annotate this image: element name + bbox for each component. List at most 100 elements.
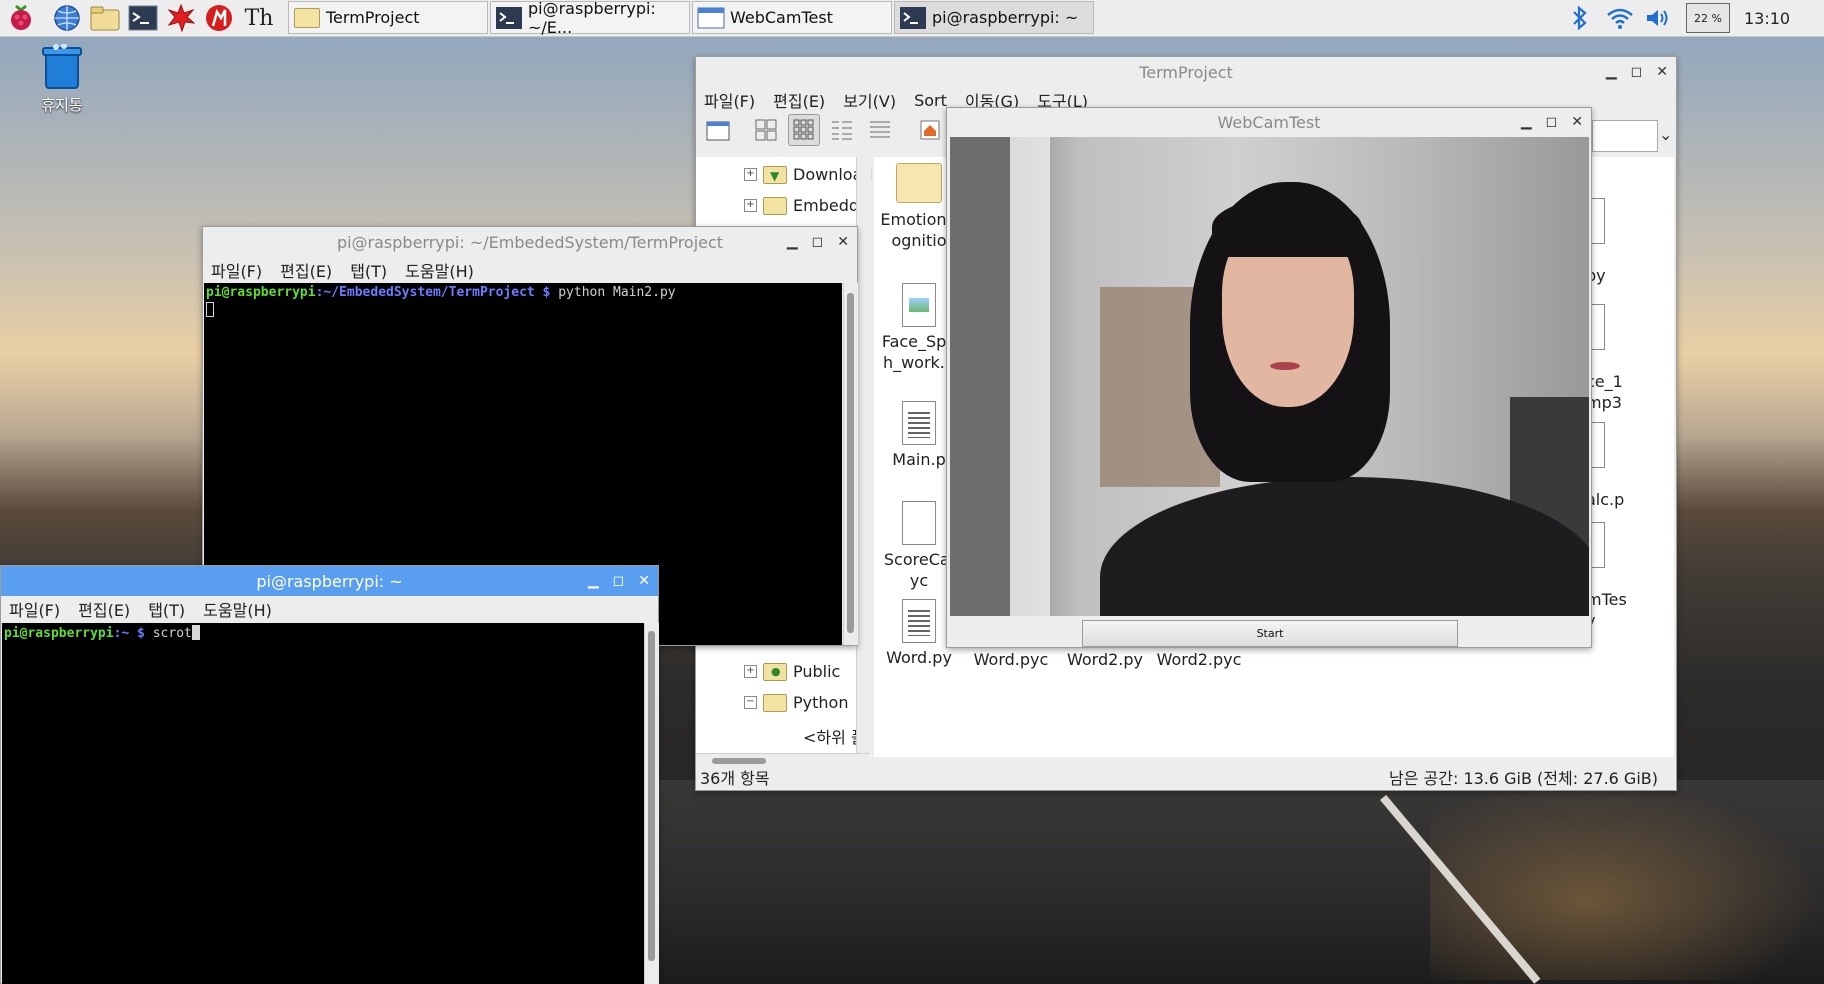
file-item[interactable]: Word.pyc bbox=[966, 649, 1056, 670]
maximize-icon[interactable]: ◻ bbox=[613, 573, 625, 589]
expand-icon[interactable]: + bbox=[744, 665, 757, 678]
thumbnail-view-icon bbox=[793, 119, 814, 140]
terminal-icon[interactable] bbox=[128, 3, 158, 33]
image-file-icon bbox=[902, 283, 936, 327]
folder-icon bbox=[294, 7, 320, 28]
cpu-monitor[interactable]: 22 % bbox=[1686, 3, 1730, 33]
text-file-icon bbox=[902, 599, 936, 643]
bluetooth-icon[interactable] bbox=[1570, 5, 1590, 31]
menu-edit[interactable]: 편집(E) bbox=[78, 597, 130, 621]
web-browser-icon[interactable] bbox=[52, 3, 82, 33]
terminal-line: pi@raspberrypi:~ $ scrot bbox=[2, 623, 644, 641]
window-title: WebCamTest bbox=[1217, 112, 1321, 132]
close-icon[interactable]: ✕ bbox=[638, 573, 650, 589]
file-manager-icon[interactable] bbox=[90, 3, 120, 33]
wolfram-icon[interactable] bbox=[204, 3, 234, 33]
tree-item-python[interactable]: − Python bbox=[744, 693, 848, 712]
menu-help[interactable]: 도움말(H) bbox=[203, 597, 272, 621]
binary-file-icon bbox=[902, 501, 936, 545]
terminal-scrollbar[interactable] bbox=[644, 623, 659, 984]
file-item[interactable]: Word2.pyc bbox=[1154, 649, 1244, 670]
menu-edit[interactable]: 편집(E) bbox=[280, 258, 332, 282]
text-file-icon bbox=[902, 401, 936, 445]
folder-icon bbox=[763, 693, 787, 712]
mathematica-icon[interactable] bbox=[166, 3, 196, 33]
text-file-icon bbox=[1590, 522, 1605, 568]
text-file-icon bbox=[1590, 198, 1605, 244]
view-list-button[interactable] bbox=[864, 114, 896, 146]
terminal-icon bbox=[496, 6, 522, 29]
location-dropdown[interactable] bbox=[1592, 120, 1658, 152]
titlebar: pi@raspberrypi: ~/EmbededSystem/TermProj… bbox=[203, 227, 857, 257]
task-termproject[interactable]: TermProject bbox=[288, 1, 488, 34]
terminal-window-home: pi@raspberrypi: ~ ▁ ◻ ✕ 파일(F) 편집(E) 탭(T)… bbox=[0, 565, 659, 984]
terminal-output[interactable]: pi@raspberrypi:~ $ scrot bbox=[2, 623, 644, 984]
minimize-icon[interactable]: ▁ bbox=[1521, 114, 1532, 130]
wallpaper-grass bbox=[1430, 780, 1824, 980]
home-button[interactable] bbox=[914, 114, 946, 146]
task-label: TermProject bbox=[326, 8, 420, 27]
file-item[interactable]: mTes y bbox=[1586, 501, 1666, 631]
download-folder-icon: ▼ bbox=[763, 165, 787, 184]
terminal-icon bbox=[900, 6, 926, 29]
list-view-icon bbox=[870, 121, 890, 138]
new-window-button[interactable] bbox=[702, 114, 734, 146]
collapse-icon[interactable]: − bbox=[744, 696, 757, 709]
maximize-icon[interactable]: ◻ bbox=[1631, 64, 1643, 80]
raspberry-menu-icon[interactable] bbox=[6, 3, 36, 33]
close-icon[interactable]: ✕ bbox=[837, 234, 849, 250]
clock[interactable]: 13:10 bbox=[1744, 9, 1790, 28]
fm-toolbar bbox=[702, 113, 946, 147]
view-compact-button[interactable] bbox=[826, 114, 858, 146]
close-icon[interactable]: ✕ bbox=[1571, 114, 1583, 130]
terminal-line: pi@raspberrypi:~/EmbededSystem/TermProje… bbox=[204, 283, 842, 300]
menu-file[interactable]: 파일(F) bbox=[9, 597, 60, 621]
tree-item-embedded[interactable]: + Embedde bbox=[744, 196, 869, 215]
expand-icon[interactable]: + bbox=[744, 199, 757, 212]
home-icon bbox=[920, 120, 940, 140]
volume-icon[interactable] bbox=[1644, 6, 1672, 30]
expand-icon[interactable]: + bbox=[744, 168, 757, 181]
titlebar: pi@raspberrypi: ~ ▁ ◻ ✕ bbox=[1, 566, 658, 596]
view-icons-button[interactable] bbox=[750, 114, 782, 146]
view-thumbnails-button[interactable] bbox=[788, 114, 820, 146]
maximize-icon[interactable]: ◻ bbox=[812, 234, 824, 250]
window-title: pi@raspberrypi: ~/EmbededSystem/TermProj… bbox=[336, 232, 724, 252]
minimize-icon[interactable]: ▁ bbox=[588, 573, 599, 589]
terminal-scrollbar[interactable] bbox=[843, 283, 858, 645]
menu-file[interactable]: 파일(F) bbox=[704, 88, 755, 112]
minimize-icon[interactable]: ▁ bbox=[787, 234, 798, 250]
file-item[interactable]: Word2.py bbox=[1060, 649, 1150, 670]
file-item[interactable]: alc.p bbox=[1586, 401, 1666, 510]
start-button[interactable]: Start bbox=[1082, 620, 1458, 647]
wifi-icon[interactable] bbox=[1606, 6, 1634, 30]
file-label: mTes y bbox=[1586, 590, 1627, 630]
task-label: pi@raspberrypi: ~ bbox=[932, 8, 1079, 27]
task-terminal-termproject[interactable]: pi@raspberrypi: ~/E... bbox=[490, 0, 690, 37]
menu-tabs[interactable]: 탭(T) bbox=[148, 597, 185, 621]
menu-sort[interactable]: Sort bbox=[914, 91, 947, 110]
tree-scrollbar[interactable] bbox=[856, 157, 871, 753]
chevron-down-icon[interactable]: ⌄ bbox=[1659, 125, 1672, 144]
menu-file[interactable]: 파일(F) bbox=[211, 258, 262, 282]
menu-tabs[interactable]: 탭(T) bbox=[350, 258, 387, 282]
task-webcamtest[interactable]: WebCamTest bbox=[692, 1, 892, 34]
tree-item-downloads[interactable]: + ▼ Download bbox=[744, 165, 873, 184]
file-item[interactable]: py bbox=[1586, 177, 1666, 286]
thonny-icon[interactable]: Th bbox=[244, 3, 274, 33]
trash-icon bbox=[42, 43, 82, 89]
menu-view[interactable]: 보기(V) bbox=[843, 88, 896, 112]
tree-item-public[interactable]: + ● Public bbox=[744, 662, 840, 681]
file-label: Word.pyc bbox=[973, 650, 1049, 669]
menu-help[interactable]: 도움말(H) bbox=[405, 258, 474, 282]
maximize-icon[interactable]: ◻ bbox=[1546, 114, 1558, 130]
free-space: 남은 공간: 13.6 GiB (전체: 27.6 GiB) bbox=[1389, 769, 1658, 788]
menu-edit[interactable]: 편집(E) bbox=[773, 88, 825, 112]
close-icon[interactable]: ✕ bbox=[1656, 64, 1668, 80]
cpu-value: 22 % bbox=[1694, 11, 1722, 25]
task-terminal-home[interactable]: pi@raspberrypi: ~ bbox=[894, 1, 1094, 34]
file-label: Word.py bbox=[886, 648, 952, 667]
file-item[interactable]: ce_1 mp3 bbox=[1586, 283, 1666, 413]
minimize-icon[interactable]: ▁ bbox=[1606, 64, 1617, 80]
desktop-trash[interactable]: 휴지통 bbox=[30, 43, 94, 115]
